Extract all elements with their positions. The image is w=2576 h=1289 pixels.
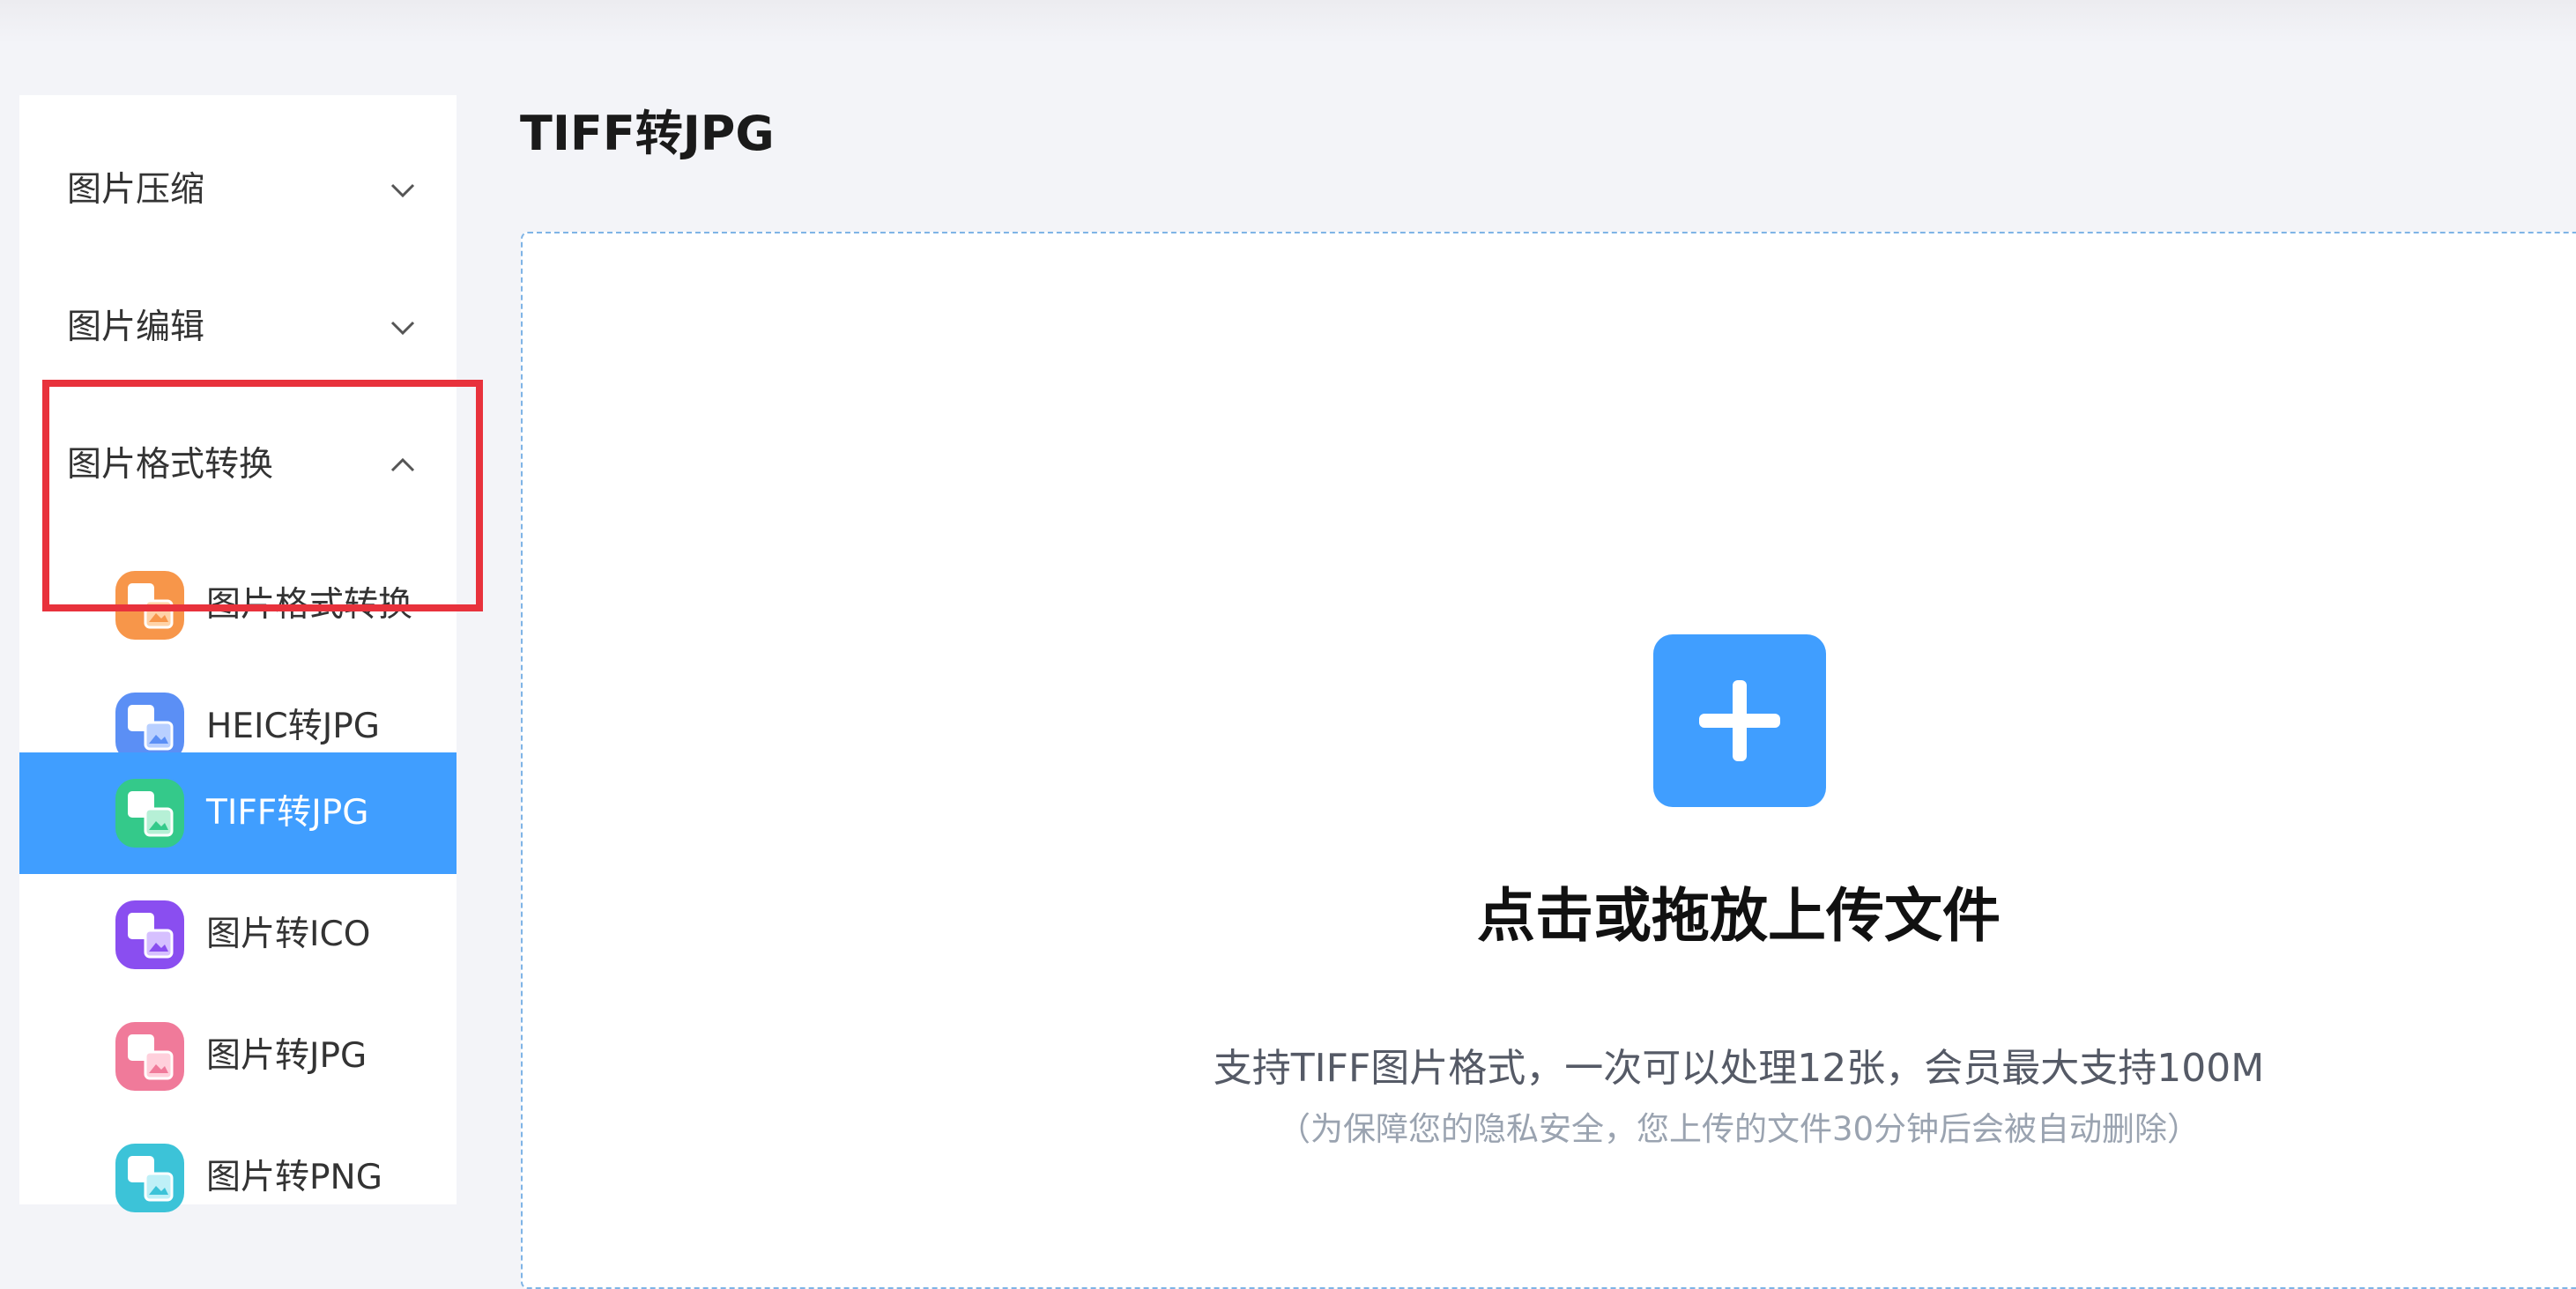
sidebar-group-label: 图片编辑: [67, 307, 205, 347]
upload-title: 点击或拖放上传文件: [1477, 882, 2001, 950]
image-to-jpg-icon: [115, 1022, 184, 1091]
sidebar-item-image-to-png[interactable]: 图片转PNG: [19, 1117, 457, 1239]
upload-button[interactable]: [1653, 634, 1826, 807]
image-to-ico-icon: [115, 900, 184, 969]
sidebar-item-label: 图片转JPG: [206, 1036, 367, 1076]
top-bar: [0, 0, 2576, 44]
heic-to-jpg-icon: [115, 693, 184, 761]
chevron-down-icon: [372, 122, 451, 259]
sidebar-item-image-convert[interactable]: 图片格式转换: [19, 544, 457, 666]
page-title: TIFF转JPG: [520, 106, 775, 161]
sidebar-group-image-edit[interactable]: 图片编辑: [19, 259, 457, 396]
sidebar-group-label: 图片格式转换: [67, 445, 274, 485]
sidebar-group-label: 图片压缩: [67, 170, 205, 210]
sidebar: 图片压缩 图片编辑 图片格式转换 图片格式转换 HEIC转JPG TIFF转JP…: [19, 95, 457, 1212]
upload-description: 支持TIFF图片格式，一次可以处理12张，会员最大支持100M: [1213, 1046, 2265, 1091]
sidebar-item-image-to-jpg[interactable]: 图片转JPG: [19, 996, 457, 1117]
sidebar-item-label: TIFF转JPG: [206, 793, 369, 833]
sidebar-item-label: 图片转ICO: [206, 915, 371, 954]
chevron-down-icon: [372, 259, 451, 396]
image-convert-icon: [115, 571, 184, 640]
sidebar-group-format-convert[interactable]: 图片格式转换: [19, 396, 457, 534]
sidebar-item-label: 图片转PNG: [206, 1158, 382, 1197]
sidebar-item-label: 图片格式转换: [206, 585, 413, 625]
plus-icon: [1699, 680, 1780, 761]
chevron-up-icon: [372, 396, 451, 534]
image-to-png-icon: [115, 1144, 184, 1212]
sidebar-item-image-to-ico[interactable]: 图片转ICO: [19, 874, 457, 996]
tiff-to-jpg-icon: [115, 779, 184, 848]
sidebar-group-image-compress[interactable]: 图片压缩: [19, 122, 457, 259]
upload-privacy-note: （为保障您的隐私安全，您上传的文件30分钟后会被自动删除）: [1277, 1110, 2201, 1148]
sidebar-item-tiff-to-jpg[interactable]: TIFF转JPG: [19, 752, 457, 874]
